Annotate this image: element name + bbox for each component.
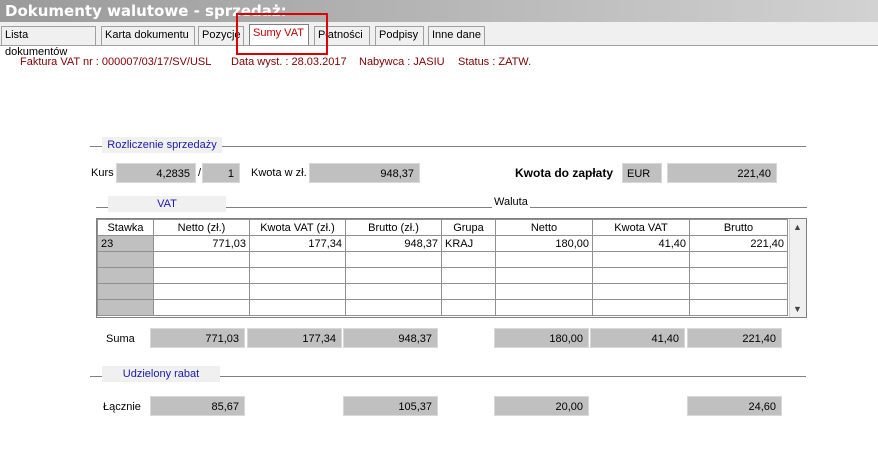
table-cell[interactable]: 23 [97,235,154,252]
tab-bar: Lista dokumentów Karta dokumentu Pozycje… [0,22,878,58]
table-cell[interactable]: 948,37 [345,235,442,252]
tab-podpisy[interactable]: Podpisy [375,26,424,45]
section-rabat: Udzielony rabat [102,366,220,382]
table-cell[interactable]: 177,34 [249,235,346,252]
buyer: Nabywca : JASIU [359,56,445,68]
vertical-scrollbar[interactable]: ▲ ▼ [789,219,806,317]
table-row-empty[interactable] [97,267,788,284]
section-rozliczenie: Rozliczenie sprzedaży [102,137,222,153]
table-row-empty[interactable] [97,299,788,316]
kwota-do-zaplaty-label: Kwota do zapłaty [515,166,614,180]
table-row-empty[interactable] [97,251,788,268]
rabat-brutto-zl[interactable]: 105,37 [343,396,438,416]
highlight-box [236,13,328,55]
table-cell[interactable]: 221,40 [689,235,788,252]
column-header: Kwota VAT [592,219,690,236]
document-status: Status : ZATW. [458,56,532,68]
kurs-unit-field[interactable]: 1 [202,163,240,183]
section-vat: VAT [108,196,226,212]
table-cell[interactable]: 771,03 [153,235,250,252]
table-row-empty[interactable] [97,283,788,300]
column-header: Brutto [689,219,788,236]
table-cell[interactable]: KRAJ [441,235,496,252]
scroll-down-icon[interactable]: ▼ [793,304,802,314]
suma-brutto-waluta[interactable]: 221,40 [687,328,782,348]
issue-date: Data wyst. : 28.03.2017 [231,56,347,68]
rabat-brutto-waluta[interactable]: 24,60 [687,396,782,416]
column-header: Stawka [97,219,154,236]
table-cell[interactable]: 41,40 [592,235,690,252]
kurs-separator: / [198,167,202,179]
kurs-label: Kurs [91,167,114,179]
tab-karta-dokumentu[interactable]: Karta dokumentu [101,26,195,45]
column-header: Brutto (zł.) [345,219,442,236]
currency-field[interactable]: EUR [622,163,662,183]
rabat-netto-zl[interactable]: 85,67 [150,396,245,416]
vat-grid[interactable]: Stawka Netto (zł.) Kwota VAT (zł.) Brutt… [96,218,807,318]
table-header-row: Stawka Netto (zł.) Kwota VAT (zł.) Brutt… [97,219,788,236]
kwota-zl-field[interactable]: 948,37 [309,163,420,183]
scroll-up-icon[interactable]: ▲ [793,222,802,232]
suma-netto-waluta[interactable]: 180,00 [494,328,589,348]
invoice-number: Faktura VAT nr : 000007/03/17/SV/USL [20,56,212,68]
kwota-zl-label: Kwota w zł. [251,167,307,179]
tab-inne-dane[interactable]: Inne dane [428,26,485,45]
window-title-bar: Dokumenty walutowe - sprzedaż: [0,0,878,22]
suma-vat-waluta[interactable]: 41,40 [590,328,685,348]
table-row[interactable]: 23 771,03 177,34 948,37 KRAJ 180,00 41,4… [97,235,788,252]
rabat-netto-waluta[interactable]: 20,00 [494,396,589,416]
tab-lista-dokumentow[interactable]: Lista dokumentów [1,26,96,58]
table-cell[interactable]: 180,00 [495,235,593,252]
suma-netto-zl[interactable]: 771,03 [150,328,245,348]
suma-vat-zl[interactable]: 177,34 [247,328,342,348]
vat-table: Stawka Netto (zł.) Kwota VAT (zł.) Brutt… [97,219,788,316]
column-header: Kwota VAT (zł.) [249,219,346,236]
suma-label: Suma [106,333,135,345]
suma-brutto-zl[interactable]: 948,37 [343,328,438,348]
column-header: Grupa [441,219,496,236]
kurs-field[interactable]: 4,2835 [116,163,196,183]
column-header: Netto [495,219,593,236]
column-header: Netto (zł.) [153,219,250,236]
kwota-do-zaplaty-field[interactable]: 221,40 [667,163,777,183]
waluta-label: Waluta [494,196,528,208]
lacznie-label: Łącznie [103,401,141,413]
waluta-divider [530,207,807,208]
